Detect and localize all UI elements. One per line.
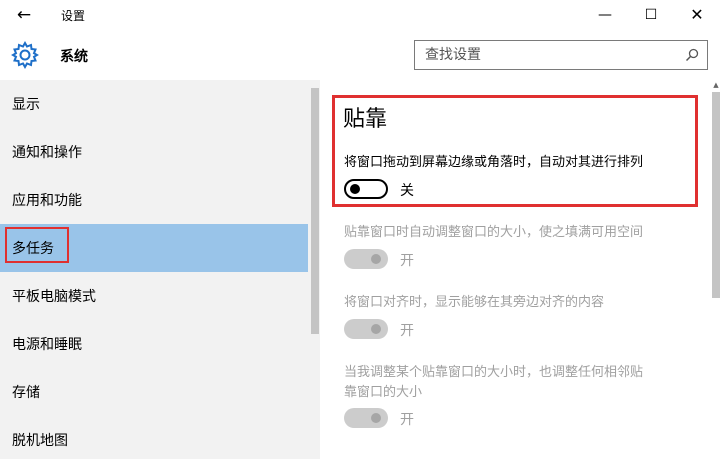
search-box[interactable] <box>414 40 708 70</box>
gear-icon <box>11 40 39 70</box>
sidebar-item-label: 多任务 <box>12 241 54 257</box>
sidebar-item-notifications[interactable]: 通知和操作 <box>0 128 308 176</box>
sidebar-item-power[interactable]: 电源和睡眠 <box>0 320 308 368</box>
minimize-button[interactable]: — <box>582 0 628 30</box>
sidebar-item-label: 平板电脑模式 <box>12 289 96 305</box>
snap-main-toggle[interactable] <box>344 179 388 199</box>
sidebar-item-storage[interactable]: 存储 <box>0 368 308 416</box>
sidebar-scrollbar-thumb[interactable] <box>311 88 319 334</box>
sidebar-item-label: 应用和功能 <box>12 193 82 209</box>
content-scrollbar-thumb[interactable] <box>712 92 720 298</box>
toggle-knob <box>371 254 381 264</box>
snap-option-1-description: 贴靠窗口时自动调整窗口的大小，使之填满可用空间 <box>344 225 644 240</box>
search-icon[interactable] <box>685 48 699 62</box>
search-input[interactable] <box>415 41 677 69</box>
content-scrollbar[interactable]: ▲ <box>710 80 722 459</box>
snap-option-2-toggle[interactable] <box>344 319 388 339</box>
sidebar-item-label: 存储 <box>12 385 40 401</box>
back-arrow-icon[interactable]: ← <box>10 4 38 26</box>
sidebar-nav: 显示 通知和操作 应用和功能 多任务 平板电脑模式 电源和睡眠 存储 脱机地图 <box>0 80 320 459</box>
section-title: 系统 <box>60 49 88 65</box>
window-title: 设置 <box>61 9 86 23</box>
toggle-knob <box>371 324 381 334</box>
snap-heading: 贴靠 <box>343 107 388 132</box>
sidebar-item-label: 通知和操作 <box>12 145 82 161</box>
sidebar-item-offline-maps[interactable]: 脱机地图 <box>0 416 308 459</box>
sidebar-item-display[interactable]: 显示 <box>0 80 308 128</box>
snap-option-3-toggle[interactable] <box>344 408 388 428</box>
snap-main-description: 将窗口拖动到屏幕边缘或角落时，自动对其进行排列 <box>344 155 644 170</box>
sidebar-item-label: 电源和睡眠 <box>12 337 82 353</box>
snap-option-3-state: 开 <box>400 412 414 428</box>
sidebar-item-label: 显示 <box>12 97 40 113</box>
snap-option-2-description: 将窗口对齐时，显示能够在其旁边对齐的内容 <box>344 295 605 310</box>
snap-option-1-toggle[interactable] <box>344 249 388 269</box>
snap-main-toggle-state: 关 <box>400 183 414 199</box>
snap-option-2-state: 开 <box>400 323 414 339</box>
close-button[interactable]: ✕ <box>674 0 720 30</box>
title-bar: ← 设置 — ☐ ✕ <box>0 0 722 30</box>
toggle-knob <box>371 413 381 423</box>
sidebar-item-label: 脱机地图 <box>12 433 68 449</box>
snap-option-1-state: 开 <box>400 253 414 269</box>
snap-option-3-description-line1: 当我调整某个贴靠窗口的大小时，也调整任何相邻贴 <box>344 365 644 380</box>
sidebar-item-multitasking[interactable]: 多任务 <box>0 224 308 272</box>
snap-option-3-description-line2: 靠窗口的大小 <box>344 385 423 400</box>
toggle-knob <box>350 184 360 194</box>
maximize-button[interactable]: ☐ <box>628 0 674 30</box>
sidebar-item-tablet-mode[interactable]: 平板电脑模式 <box>0 272 308 320</box>
sidebar-scrollbar[interactable] <box>310 80 320 459</box>
scroll-up-arrow-icon[interactable]: ▲ <box>711 80 721 90</box>
sidebar-item-apps[interactable]: 应用和功能 <box>0 176 308 224</box>
page-header: 系统 <box>0 30 722 82</box>
